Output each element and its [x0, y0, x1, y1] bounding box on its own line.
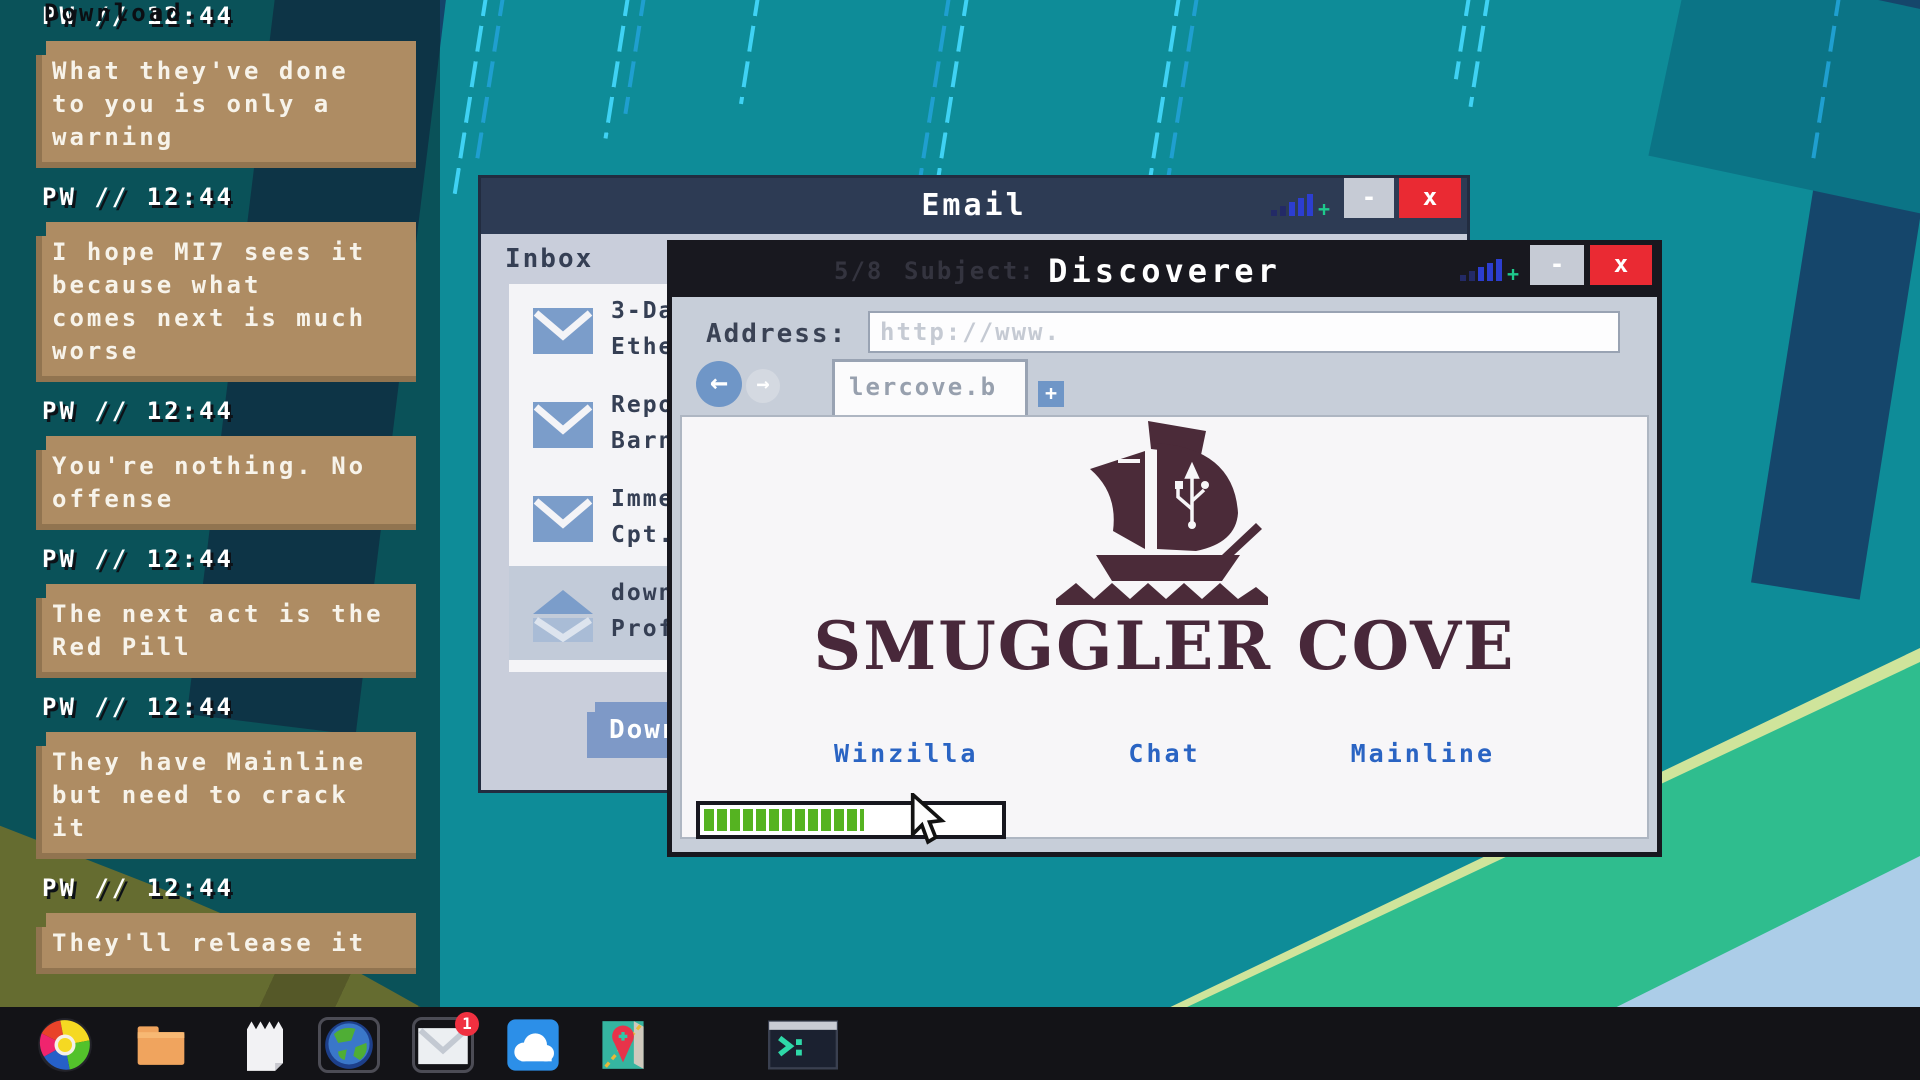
chat-message-bubble: You're nothing. No offense: [36, 436, 416, 530]
chat-timestamp: PW // 12:44: [42, 544, 440, 574]
taskbar-notepad-icon[interactable]: [234, 1017, 296, 1073]
address-input[interactable]: [868, 311, 1620, 353]
chat-message-bubble: I hope MI7 sees it because what comes ne…: [36, 222, 416, 382]
email-inbox-label: Inbox: [505, 244, 593, 274]
email-subject-ghost: Subject:: [904, 257, 1036, 285]
browser-close-button[interactable]: x: [1590, 245, 1652, 285]
browser-tab[interactable]: lercove.b: [832, 359, 1028, 415]
chat-panel: point? they have PW // 12:44DownloadWhat…: [0, 0, 440, 1007]
forward-button[interactable]: →: [746, 369, 780, 403]
address-label: Address:: [706, 319, 847, 349]
taskbar-mail-icon[interactable]: 1: [412, 1017, 474, 1073]
browser-signal-icon: +: [1460, 259, 1519, 281]
envelope-icon: [533, 308, 593, 354]
site-links: Winzilla Chat Mainline: [682, 739, 1647, 768]
back-button[interactable]: ←: [696, 361, 742, 407]
chat-message-bubble: They have Mainline but need to crack it: [36, 732, 416, 859]
email-sender-text: Prof: [611, 616, 674, 642]
desktop-band-dark-teal: [1648, 0, 1920, 222]
email-sender-text: Cpt.: [611, 522, 674, 548]
email-count-ghost: 5/8: [834, 257, 883, 285]
taskbar-globe-icon[interactable]: [318, 1017, 380, 1073]
taskbar-rainbow-browser-icon[interactable]: [34, 1017, 96, 1073]
browser-window: Discoverer 5/8 Subject: + - x Address: ←…: [667, 240, 1662, 857]
site-title: SMUGGLER COVE: [682, 607, 1647, 685]
mail-unread-badge: 1: [455, 1012, 479, 1036]
open-envelope-icon: [533, 590, 593, 642]
chat-message-bubble: What they've done to you is only a warni…: [36, 41, 416, 168]
taskbar: 1: [0, 1007, 1920, 1080]
envelope-icon: [533, 496, 593, 542]
site-link-winzilla[interactable]: Winzilla: [834, 739, 978, 768]
email-minimize-button[interactable]: -: [1344, 178, 1394, 218]
webpage-content: SMUGGLER COVE Winzilla Chat Mainline: [680, 415, 1649, 839]
site-link-mainline[interactable]: Mainline: [1351, 739, 1495, 768]
chat-timestamp: PW // 12:44Download: [42, 1, 440, 31]
chat-timestamp: PW // 12:44: [42, 873, 440, 903]
download-glitch-text: Download: [44, 0, 184, 28]
chat-message-bubble: The next act is the Red Pill: [36, 584, 416, 678]
download-progress-bar: [696, 801, 1006, 839]
mouse-cursor: [908, 793, 948, 845]
taskbar-cloud-icon[interactable]: [502, 1017, 564, 1073]
chat-message-bubble: They'll release it: [36, 913, 416, 974]
taskbar-map-icon[interactable]: [592, 1017, 654, 1073]
email-signal-icon: +: [1271, 194, 1330, 216]
new-tab-button[interactable]: +: [1038, 381, 1064, 407]
taskbar-terminal-icon[interactable]: [766, 1017, 840, 1073]
email-subject-text: Imme: [611, 486, 674, 512]
browser-minimize-button[interactable]: -: [1530, 245, 1584, 285]
site-link-chat[interactable]: Chat: [1128, 739, 1200, 768]
pirate-ship-logo: [1050, 419, 1280, 607]
chat-timestamp: PW // 12:44: [42, 182, 440, 212]
taskbar-folder-icon[interactable]: [130, 1017, 192, 1073]
envelope-icon: [533, 402, 593, 448]
chat-timestamp: PW // 12:44: [42, 396, 440, 426]
chat-timestamp: PW // 12:44: [42, 692, 440, 722]
email-close-button[interactable]: x: [1399, 178, 1461, 218]
